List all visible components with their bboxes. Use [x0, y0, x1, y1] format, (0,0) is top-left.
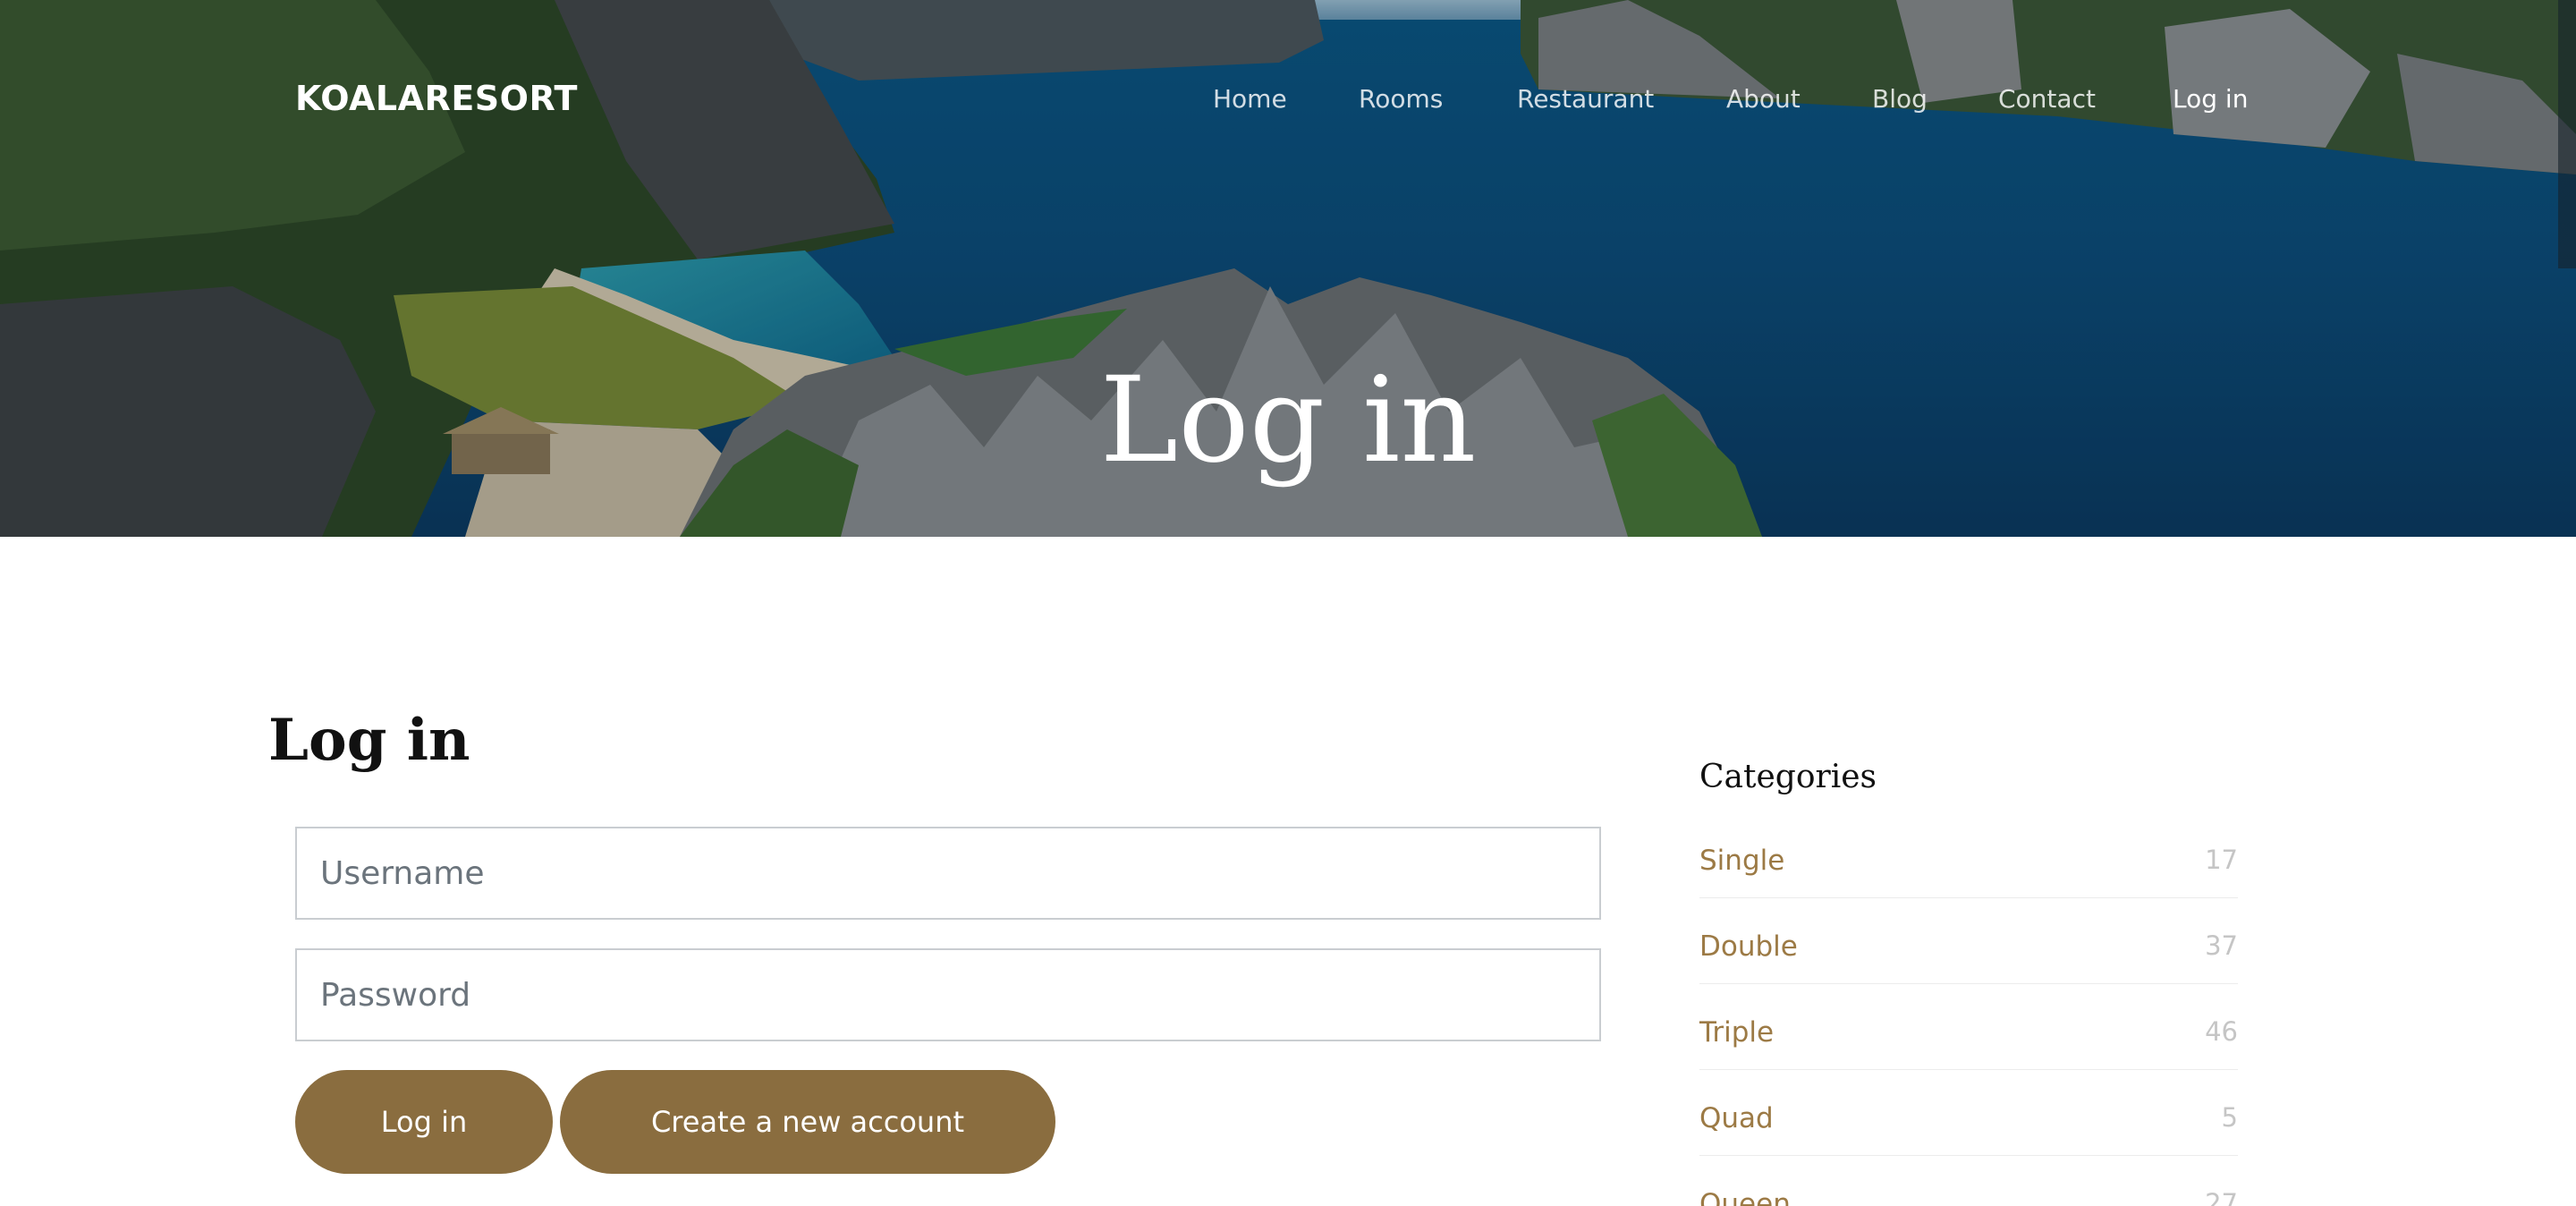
- category-name[interactable]: Double: [1699, 930, 1798, 963]
- category-count: 46: [2205, 1016, 2238, 1047]
- hero-title: Log in: [1099, 352, 1477, 489]
- category-count: 17: [2205, 845, 2238, 875]
- category-item[interactable]: Queen 27: [1699, 1156, 2238, 1206]
- username-input[interactable]: [295, 827, 1601, 920]
- hero-banner: KOALARESORT Home Rooms Restaurant About …: [0, 0, 2576, 537]
- nav-rooms[interactable]: Rooms: [1359, 84, 1443, 114]
- category-name[interactable]: Queen: [1699, 1188, 1791, 1206]
- category-count: 27: [2205, 1188, 2238, 1206]
- main-nav: Home Rooms Restaurant About Blog Contact…: [0, 84, 2576, 120]
- password-input[interactable]: [295, 948, 1601, 1041]
- login-button[interactable]: Log in: [295, 1070, 553, 1174]
- nav-blog[interactable]: Blog: [1872, 84, 1928, 114]
- category-count: 37: [2205, 930, 2238, 961]
- category-name[interactable]: Quad: [1699, 1102, 1774, 1134]
- nav-home[interactable]: Home: [1213, 84, 1287, 114]
- category-item[interactable]: Single 17: [1699, 812, 2238, 898]
- category-name[interactable]: Triple: [1699, 1016, 1774, 1049]
- category-item[interactable]: Triple 46: [1699, 984, 2238, 1070]
- category-item[interactable]: Double 37: [1699, 898, 2238, 984]
- category-count: 5: [2221, 1102, 2238, 1133]
- nav-restaurant[interactable]: Restaurant: [1517, 84, 1654, 114]
- create-account-button[interactable]: Create a new account: [560, 1070, 1055, 1174]
- category-item[interactable]: Quad 5: [1699, 1070, 2238, 1156]
- page-title: Log in: [268, 707, 470, 774]
- nav-contact[interactable]: Contact: [1998, 84, 2096, 114]
- nav-about[interactable]: About: [1726, 84, 1801, 114]
- nav-login[interactable]: Log in: [2173, 84, 2248, 114]
- category-name[interactable]: Single: [1699, 845, 1784, 877]
- categories-heading: Categories: [1699, 759, 1877, 795]
